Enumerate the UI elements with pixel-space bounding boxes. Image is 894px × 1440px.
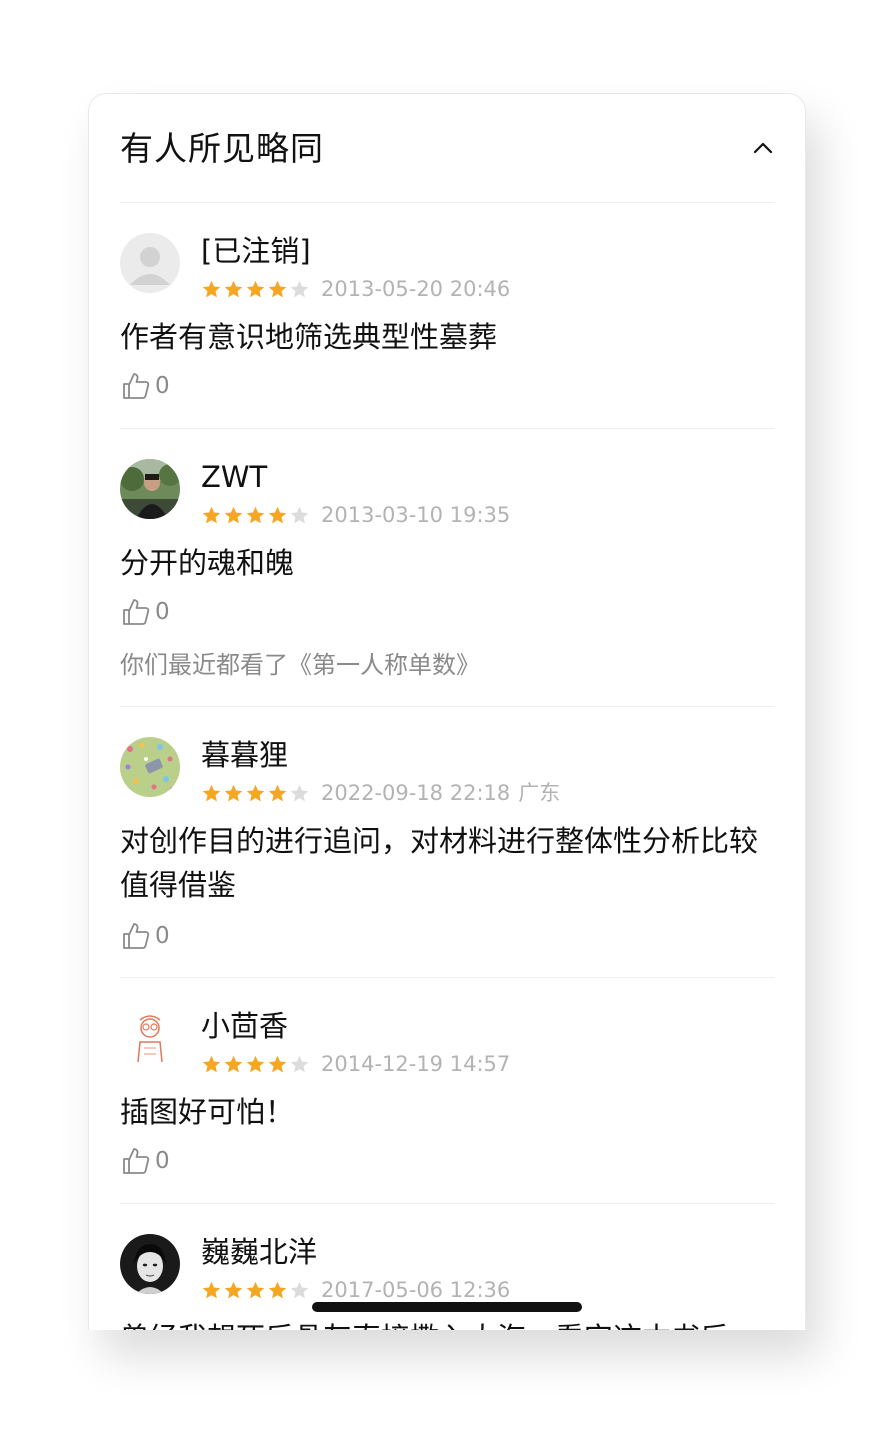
- username[interactable]: [已注销]: [201, 232, 311, 270]
- similar-reviews-card: 有人所见略同 [已注销] 2013-05-20 20:46 作者有意识地筛选典型…: [88, 93, 806, 1330]
- review-comment: 作者有意识地筛选典型性墓葬: [120, 320, 498, 354]
- confetti-avatar: [120, 737, 180, 797]
- star-filled-icon: [224, 1281, 243, 1298]
- star-filled-icon: [224, 506, 243, 523]
- star-rating: [201, 1276, 311, 1304]
- user-photo-avatar: [120, 459, 180, 519]
- review-comment: 插图好可怕！: [120, 1095, 295, 1129]
- star-filled-icon: [224, 280, 243, 297]
- review-comment: 对创作目的进行追问，对材料进行整体性分析比较值得借鉴: [120, 824, 759, 902]
- chevron-up-icon[interactable]: [751, 136, 775, 160]
- review-meta: 2013-05-20 20:46: [201, 275, 510, 303]
- star-filled-icon: [202, 506, 221, 523]
- review-location: 广东: [518, 781, 561, 805]
- username[interactable]: 暮暮狸: [201, 736, 288, 774]
- star-filled-icon: [268, 280, 287, 297]
- like-button[interactable]: 0: [120, 369, 170, 403]
- review-meta: 2013-03-10 19:35: [201, 501, 510, 529]
- star-filled-icon: [246, 506, 265, 523]
- like-button[interactable]: 0: [120, 919, 170, 953]
- star-filled-icon: [202, 1281, 221, 1298]
- username[interactable]: 小茴香: [201, 1007, 288, 1045]
- review-item: 暮暮狸 2022-09-18 22:18 广东 对创作目的进行追问，对材料进行整…: [120, 706, 775, 978]
- username[interactable]: 巍巍北洋: [201, 1233, 317, 1271]
- avatar[interactable]: [120, 1008, 180, 1068]
- star-rating: [201, 275, 311, 303]
- like-button[interactable]: 0: [120, 595, 170, 629]
- star-empty-icon: [290, 506, 309, 523]
- review-item: 小茴香 2014-12-19 14:57 插图好可怕！ 0: [120, 977, 775, 1204]
- review-timestamp: 2017-05-06 12:36: [321, 1278, 511, 1302]
- review-timestamp: 2022-09-18 22:18: [321, 781, 511, 805]
- thumbs-up-icon: [123, 1148, 150, 1174]
- review-comment: 曾经我想死后骨灰直接撒入大海，看完这本书后: [120, 1316, 775, 1330]
- star-empty-icon: [290, 784, 309, 801]
- review-meta: 2022-09-18 22:18 广东: [201, 779, 560, 807]
- review-timestamp: 2014-12-19 14:57: [321, 1052, 511, 1076]
- star-filled-icon: [202, 784, 221, 801]
- star-filled-icon: [268, 1055, 287, 1072]
- star-rating: [201, 501, 311, 529]
- review-meta: 2017-05-06 12:36: [201, 1276, 510, 1304]
- review-comment: 分开的魂和魄: [120, 546, 295, 580]
- star-filled-icon: [224, 784, 243, 801]
- review-item: [已注销] 2013-05-20 20:46 作者有意识地筛选典型性墓葬 0: [120, 202, 775, 429]
- default-avatar-icon: [120, 233, 180, 293]
- star-empty-icon: [290, 1055, 309, 1072]
- star-filled-icon: [202, 280, 221, 297]
- star-filled-icon: [246, 280, 265, 297]
- review-meta: 2014-12-19 14:57: [201, 1050, 510, 1078]
- review-item: ZWT 2013-03-10 19:35 分开的魂和魄 0 你们最近都看了《第一…: [120, 428, 775, 707]
- avatar[interactable]: [120, 1234, 180, 1294]
- star-filled-icon: [202, 1055, 221, 1072]
- related-book-link[interactable]: 你们最近都看了《第一人称单数》: [120, 648, 480, 682]
- avatar[interactable]: [120, 737, 180, 797]
- thumbs-up-icon: [123, 923, 150, 949]
- review-timestamp: 2013-05-20 20:46: [321, 277, 511, 301]
- home-indicator: [312, 1302, 582, 1312]
- thumbs-up-icon: [123, 599, 150, 625]
- star-rating: [201, 1050, 311, 1078]
- like-count: 0: [155, 923, 170, 949]
- card-header[interactable]: 有人所见略同: [120, 94, 775, 203]
- like-count: 0: [155, 599, 170, 625]
- star-rating: [201, 779, 311, 807]
- star-filled-icon: [224, 1055, 243, 1072]
- star-filled-icon: [268, 784, 287, 801]
- star-filled-icon: [268, 506, 287, 523]
- like-button[interactable]: 0: [120, 1144, 170, 1178]
- sketch-figure-avatar: [120, 1008, 180, 1068]
- portrait-photo-avatar: [120, 1234, 180, 1294]
- username[interactable]: ZWT: [201, 458, 267, 496]
- page: 有人所见略同 [已注销] 2013-05-20 20:46 作者有意识地筛选典型…: [0, 0, 894, 1440]
- like-count: 0: [155, 373, 170, 399]
- avatar[interactable]: [120, 233, 180, 293]
- star-filled-icon: [246, 784, 265, 801]
- thumbs-up-icon: [123, 373, 150, 399]
- star-filled-icon: [246, 1055, 265, 1072]
- avatar[interactable]: [120, 459, 180, 519]
- review-timestamp: 2013-03-10 19:35: [321, 503, 511, 527]
- star-filled-icon: [246, 1281, 265, 1298]
- section-title: 有人所见略同: [120, 129, 324, 168]
- star-filled-icon: [268, 1281, 287, 1298]
- star-empty-icon: [290, 1281, 309, 1298]
- like-count: 0: [155, 1148, 170, 1174]
- star-empty-icon: [290, 280, 309, 297]
